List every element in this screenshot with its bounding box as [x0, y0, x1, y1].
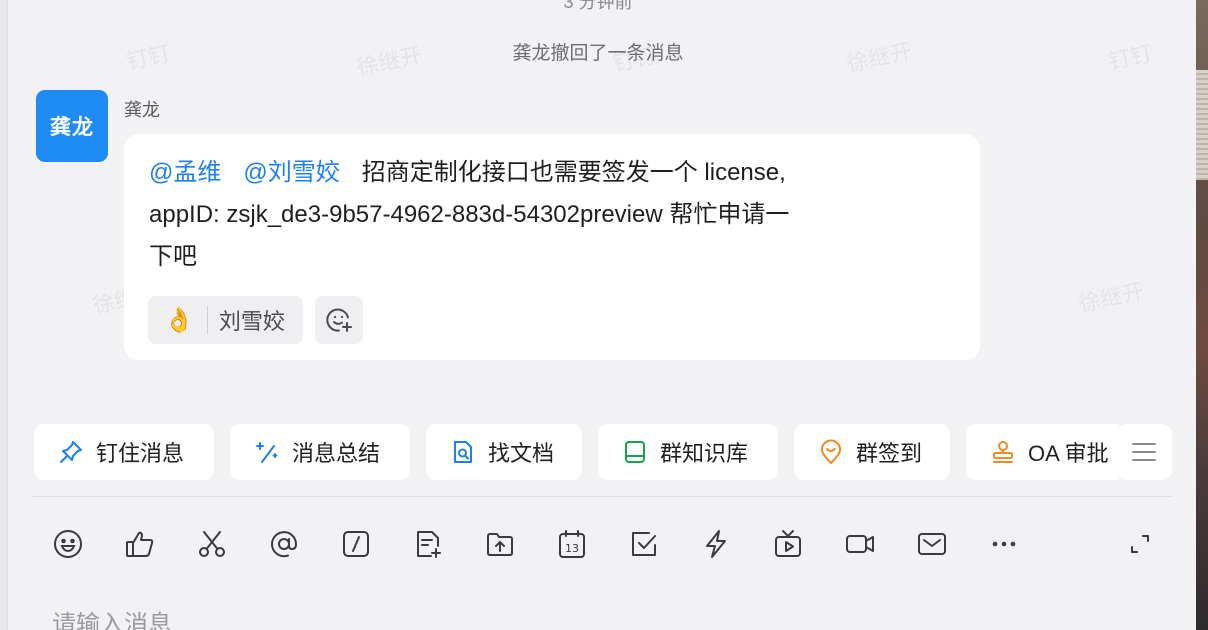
live-tv-icon	[775, 530, 801, 557]
ding-button[interactable]	[698, 526, 734, 562]
summarize-button[interactable]: 消息总结	[230, 424, 410, 480]
new-doc-icon	[417, 531, 441, 558]
upload-file-button[interactable]	[482, 526, 518, 562]
more-actions-menu-button[interactable]	[1116, 424, 1172, 480]
expand-composer-button[interactable]	[1122, 526, 1158, 562]
checkin-label: 群签到	[856, 441, 923, 466]
knowledge-base-icon	[622, 439, 648, 465]
sender-name[interactable]: 龚龙	[124, 96, 160, 122]
scissors-icon	[199, 531, 225, 557]
more-button[interactable]	[986, 526, 1022, 562]
recall-notice: 龚龙撤回了一条消息	[512, 43, 684, 64]
desktop-background-strip	[1196, 0, 1208, 630]
expand-icon	[1131, 535, 1149, 553]
message-text: @孟维 @刘雪姣 招商定制化接口也需要签发一个 license, appID: zs…	[149, 152, 961, 278]
composer-divider	[32, 496, 1172, 497]
ok-hand-emoji: 👌	[164, 306, 194, 334]
reactions-row: 👌 刘雪姣	[148, 296, 363, 344]
message-text-line3: 下吧	[149, 243, 197, 270]
magic-wand-icon	[254, 439, 280, 465]
avatar[interactable]: 龚龙	[36, 90, 108, 162]
knowledge-base-label: 群知识库	[660, 441, 749, 466]
upload-folder-icon	[487, 533, 513, 556]
background-window-snippet	[1196, 70, 1208, 180]
video-call-icon	[846, 535, 874, 553]
live-button[interactable]	[770, 526, 806, 562]
mention-link[interactable]: @孟维	[149, 159, 221, 186]
checkin-button[interactable]: 群签到	[794, 424, 950, 480]
flash-icon	[706, 530, 726, 558]
composer-toolbar: 13	[50, 526, 1058, 562]
reaction-divider	[206, 306, 208, 334]
thumbs-up-icon	[126, 531, 154, 557]
message-text-line1: 招商定制化接口也需要签发一个 license,	[361, 159, 786, 186]
like-button[interactable]	[122, 526, 158, 562]
add-reaction-button[interactable]	[314, 296, 363, 344]
emoji-icon	[54, 530, 82, 558]
task-check-icon	[632, 532, 656, 556]
slash-command-button[interactable]	[338, 526, 374, 562]
new-doc-button[interactable]	[410, 526, 446, 562]
watermark: 徐继开	[1076, 278, 1147, 317]
window-left-edge	[0, 0, 8, 630]
doc-search-icon	[450, 439, 476, 465]
add-emoji-icon	[326, 308, 352, 332]
mail-icon	[918, 533, 946, 555]
message-line: @孟维 @刘雪姣 招商定制化接口也需要签发一个 license,	[149, 152, 961, 194]
reaction-chip[interactable]: 👌 刘雪姣	[148, 296, 303, 344]
message-input[interactable]: 请输入消息	[52, 604, 172, 630]
message-bubble[interactable]: @孟维 @刘雪姣 招商定制化接口也需要签发一个 license, appID: zs…	[124, 134, 980, 360]
pin-message-button[interactable]: 钉住消息	[34, 424, 214, 480]
emoji-button[interactable]	[50, 526, 86, 562]
video-call-button[interactable]	[842, 526, 878, 562]
pin-icon	[58, 439, 84, 465]
svg-text:13: 13	[565, 542, 579, 555]
slash-command-icon	[343, 531, 369, 557]
knowledge-base-button[interactable]: 群知识库	[598, 424, 778, 480]
screenshot-button[interactable]	[194, 526, 230, 562]
find-doc-button[interactable]: 找文档	[426, 424, 582, 480]
location-checkin-icon	[818, 439, 844, 465]
summarize-label: 消息总结	[292, 441, 381, 466]
mail-button[interactable]	[914, 526, 950, 562]
mention-button[interactable]	[266, 526, 302, 562]
find-doc-label: 找文档	[488, 441, 555, 466]
message-text-line2: appID: zsjk_de3-9b57-4962-883d-54302prev…	[149, 201, 790, 228]
stamp-icon	[990, 439, 1016, 465]
pin-message-label: 钉住消息	[96, 441, 185, 466]
at-icon	[271, 531, 298, 558]
calendar-button[interactable]: 13	[554, 526, 590, 562]
mention-link[interactable]: @刘雪姣	[243, 159, 339, 186]
more-icon	[992, 541, 1016, 547]
hamburger-menu-icon	[1132, 443, 1156, 461]
quick-actions-bar: 钉住消息 消息总结 找文档 群知识库 群签到 OA 审批	[34, 424, 1118, 480]
reaction-user: 刘雪姣	[218, 309, 285, 334]
oa-approval-label: OA 审批	[1028, 441, 1109, 466]
oa-approval-button[interactable]: OA 审批	[966, 424, 1118, 480]
time-divider: 3 分钟前	[563, 0, 633, 12]
task-button[interactable]	[626, 526, 662, 562]
calendar-icon: 13	[559, 530, 585, 558]
